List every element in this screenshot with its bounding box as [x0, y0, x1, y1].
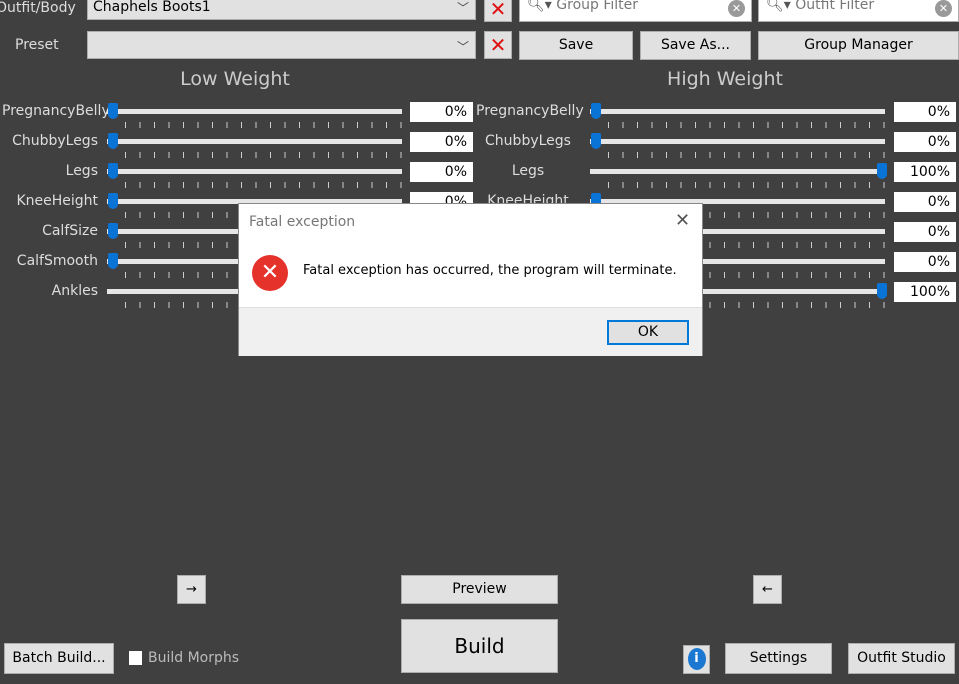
high-slider-value[interactable]: 100% [894, 162, 956, 182]
outfit-studio-button[interactable]: Outfit Studio [848, 643, 955, 674]
info-icon: i [687, 648, 706, 670]
high-slider-thumb[interactable] [877, 163, 887, 179]
dialog-title: Fatal exception [249, 214, 356, 230]
chevron-down-icon: ﹀ [456, 1, 469, 15]
low-slider-track[interactable] [107, 139, 402, 144]
low-slider-label: Legs [65, 163, 98, 179]
high-slider-thumb[interactable] [591, 103, 601, 119]
low-slider-value[interactable]: 0% [410, 102, 473, 122]
search-icon: 🔍︎▾ [766, 0, 791, 13]
settings-button[interactable]: Settings [725, 643, 832, 674]
outfit-filter-placeholder: Outfit Filter [795, 0, 875, 13]
low-slider-label: ChubbyLegs [12, 133, 98, 149]
clear-outfit-button[interactable]: ✕ [484, 0, 512, 22]
info-button[interactable]: i [683, 645, 710, 674]
low-slider-label: PregnancyBelly [2, 103, 110, 119]
error-icon: ✕ [252, 255, 288, 291]
batch-build-button[interactable]: Batch Build... [4, 643, 114, 674]
high-slider-label: PregnancyBelly [476, 103, 584, 119]
outfit-body-label: Outfit/Body [0, 0, 76, 16]
low-weight-title: Low Weight [180, 68, 290, 90]
clear-icon[interactable]: ✕ [728, 0, 745, 17]
low-slider-track[interactable] [107, 109, 402, 114]
group-filter-input[interactable]: 🔍︎▾ Group Filter ✕ [519, 0, 752, 22]
preset-combo[interactable]: ﹀ [87, 31, 476, 59]
dialog-message: Fatal exception has occurred, the progra… [303, 263, 677, 278]
preview-button[interactable]: Preview [401, 575, 558, 604]
high-slider-ticks [608, 122, 886, 128]
low-slider-thumb[interactable] [108, 163, 118, 179]
outfit-body-value: Chaphels Boots1 [93, 0, 211, 15]
high-slider-track[interactable] [590, 139, 885, 144]
low-slider-thumb[interactable] [108, 103, 118, 119]
delete-preset-button[interactable]: ✕ [484, 31, 512, 59]
low-slider-value[interactable]: 0% [410, 132, 473, 152]
high-weight-title: High Weight [667, 68, 783, 90]
high-slider-track[interactable] [590, 109, 885, 114]
save-as-button[interactable]: Save As... [640, 31, 751, 60]
high-slider-value[interactable]: 0% [894, 192, 956, 212]
copy-to-low-button[interactable]: ← [753, 575, 782, 604]
close-icon[interactable]: ✕ [675, 210, 690, 231]
high-slider-ticks [608, 182, 886, 188]
low-slider-value[interactable]: 0% [410, 162, 473, 182]
outfit-body-combo[interactable]: Chaphels Boots1 ﹀ [87, 0, 476, 20]
search-icon: 🔍︎▾ [527, 0, 552, 13]
low-slider-thumb[interactable] [108, 193, 118, 209]
low-slider-track[interactable] [107, 169, 402, 174]
high-slider-value[interactable]: 0% [894, 102, 956, 122]
group-manager-button[interactable]: Group Manager [758, 31, 959, 60]
clear-icon[interactable]: ✕ [935, 0, 952, 17]
copy-to-high-button[interactable]: → [177, 575, 206, 604]
low-slider-thumb[interactable] [108, 223, 118, 239]
build-morphs-label: Build Morphs [148, 650, 240, 666]
low-slider-ticks [125, 152, 403, 158]
save-button[interactable]: Save [519, 31, 633, 60]
high-slider-value[interactable]: 0% [894, 132, 956, 152]
low-slider-thumb[interactable] [108, 133, 118, 149]
low-slider-ticks [125, 122, 403, 128]
high-slider-label: ChubbyLegs [485, 133, 571, 149]
fatal-exception-dialog: Fatal exception ✕ ✕ Fatal exception has … [238, 203, 703, 356]
low-slider-ticks [125, 182, 403, 188]
group-filter-placeholder: Group Filter [556, 0, 639, 13]
outfit-filter-input[interactable]: 🔍︎▾ Outfit Filter ✕ [758, 0, 959, 22]
high-slider-value[interactable]: 100% [894, 282, 956, 302]
ok-button[interactable]: OK [607, 320, 689, 345]
high-slider-thumb[interactable] [877, 283, 887, 299]
high-slider-ticks [608, 152, 886, 158]
low-slider-label: CalfSmooth [16, 253, 98, 269]
high-slider-value[interactable]: 0% [894, 222, 956, 242]
high-slider-label: Legs [511, 163, 545, 179]
high-slider-track[interactable] [590, 169, 885, 174]
low-slider-label: Ankles [51, 283, 98, 299]
high-slider-thumb[interactable] [591, 133, 601, 149]
low-slider-label: KneeHeight [16, 193, 98, 209]
preset-label: Preset [15, 37, 59, 53]
chevron-down-icon: ﹀ [456, 40, 469, 54]
build-morphs-checkbox[interactable] [129, 651, 142, 665]
build-button[interactable]: Build [401, 619, 558, 673]
low-slider-label: CalfSize [42, 223, 98, 239]
low-slider-thumb[interactable] [108, 253, 118, 269]
high-slider-value[interactable]: 0% [894, 252, 956, 272]
